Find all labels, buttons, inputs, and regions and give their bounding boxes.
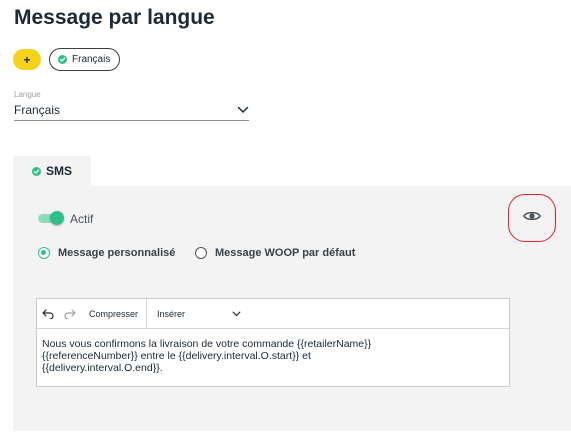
preview-button[interactable] [508, 194, 556, 242]
editor-line: {{delivery.interval.O.end}}. [42, 362, 163, 374]
compress-button[interactable]: Compresser [81, 309, 146, 319]
editor-line: Nous vous confirmons la livraison de vot… [42, 338, 372, 350]
tab-sms-label: SMS [45, 164, 72, 178]
actif-toggle[interactable] [38, 211, 64, 225]
page-title: Message par langue [14, 6, 215, 29]
radio-option-label: Message personnalisé [58, 247, 176, 259]
editor-toolbar: Compresser Insérer [37, 299, 509, 329]
redo-icon[interactable] [59, 308, 81, 319]
radio-button[interactable] [195, 247, 207, 259]
toggle-thumb [50, 211, 64, 225]
check-circle-icon [31, 166, 41, 176]
message-editor[interactable]: Compresser Insérer Nous vous confirmons … [36, 298, 510, 387]
language-chip-francais[interactable]: Français [49, 48, 121, 71]
chevron-down-icon [232, 309, 241, 319]
radio-option-label: Message WOOP par défaut [215, 247, 356, 259]
language-select[interactable]: Français [14, 100, 249, 121]
editor-content[interactable]: Nous vous confirmons la livraison de vot… [37, 329, 509, 374]
sms-panel: Actif Message personnalisé Message WOOP … [13, 186, 571, 431]
insert-dropdown[interactable]: Insérer [147, 309, 249, 319]
language-chip-label: Français [72, 54, 111, 65]
tab-sms[interactable]: SMS [13, 156, 91, 186]
radio-button-selected[interactable] [38, 247, 50, 259]
insert-dropdown-label: Insérer [157, 308, 186, 319]
add-language-button[interactable]: + [13, 49, 41, 70]
chevron-down-icon [237, 103, 249, 117]
undo-icon[interactable] [37, 308, 59, 319]
actif-toggle-label: Actif [70, 212, 94, 226]
radio-option-default[interactable]: Message WOOP par défaut [195, 247, 355, 259]
radio-option-custom[interactable]: Message personnalisé [38, 247, 175, 259]
editor-line: {{referenceNumber}} entre le {{delivery.… [42, 350, 311, 362]
check-circle-icon [58, 55, 67, 64]
eye-icon [523, 209, 541, 227]
language-select-value: Français [14, 103, 61, 117]
language-select-label: Langue [14, 90, 41, 99]
